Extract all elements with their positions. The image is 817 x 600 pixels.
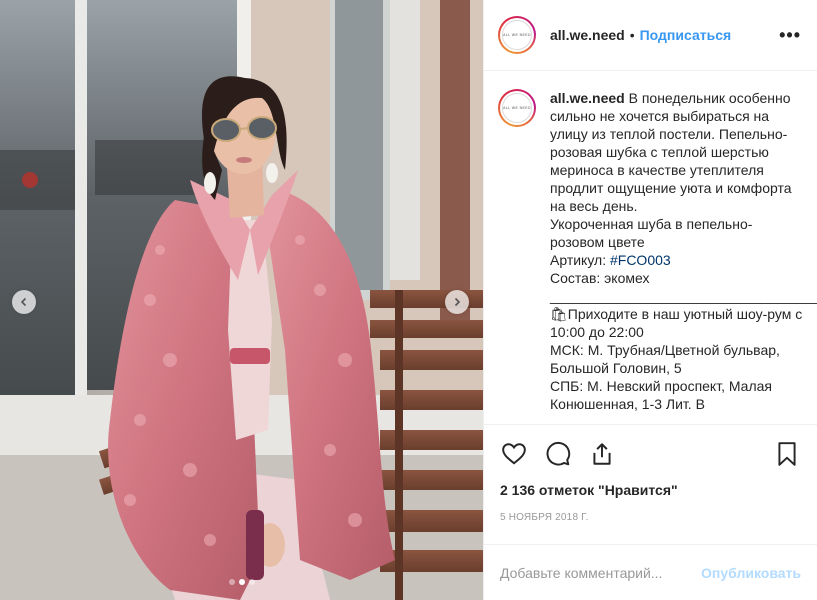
carousel-dot: [228, 579, 235, 585]
brand-logo: ALL WE NEED: [502, 20, 532, 50]
comment-icon: [546, 441, 571, 466]
follow-button[interactable]: Подписаться: [640, 27, 732, 43]
post-date[interactable]: 5 НОЯБРЯ 2018 Г.: [484, 504, 817, 544]
likes-count[interactable]: 2 136 отметок "Нравится": [484, 482, 817, 504]
caption-text: all.we.need В понедельник особенно сильн…: [550, 89, 817, 424]
post-header: ALL WE NEED all.we.need • Подписаться ••…: [484, 0, 817, 71]
more-options-icon[interactable]: •••: [779, 26, 801, 44]
username-link[interactable]: all.we.need: [550, 27, 625, 43]
heart-icon: [502, 442, 526, 464]
carousel-prev-button[interactable]: [12, 290, 36, 314]
like-button[interactable]: [500, 440, 528, 468]
carousel-indicator: [0, 579, 483, 585]
separator-dot: •: [629, 27, 635, 43]
post-sidebar: ALL WE NEED all.we.need • Подписаться ••…: [483, 0, 817, 600]
carousel-dot: [238, 579, 245, 585]
caption-rule: _______________________________________: [550, 288, 817, 304]
comment-input[interactable]: [500, 564, 702, 581]
caption-section: ALL WE NEED all.we.need В понедельник ос…: [484, 71, 817, 424]
chevron-left-icon: [20, 297, 27, 307]
save-button[interactable]: [773, 440, 801, 468]
caption-showroom: 🛍Приходите в наш уютный шоу-рум с 10:00 …: [550, 306, 803, 412]
caption-avatar[interactable]: ALL WE NEED: [498, 89, 536, 127]
caption-body: В понедельник особенно сильно не хочется…: [550, 90, 792, 268]
post-photo[interactable]: [0, 0, 483, 600]
hashtag-link[interactable]: #FCO003: [610, 252, 671, 268]
avatar[interactable]: ALL WE NEED: [498, 16, 536, 54]
instagram-post: ALL WE NEED all.we.need • Подписаться ••…: [0, 0, 817, 600]
share-icon: [593, 442, 611, 465]
add-comment-bar: Опубликовать: [484, 544, 817, 600]
chevron-right-icon: [454, 297, 461, 307]
bookmark-icon: [778, 441, 796, 466]
carousel-next-button[interactable]: [445, 290, 469, 314]
brand-logo: ALL WE NEED: [502, 93, 532, 123]
fashion-photo: [0, 0, 483, 600]
caption-username[interactable]: all.we.need: [550, 90, 625, 106]
carousel-dot: [248, 579, 255, 585]
publish-button[interactable]: Опубликовать: [701, 565, 801, 581]
comment-button[interactable]: [544, 440, 572, 468]
caption-composition: Состав: экомех: [550, 270, 650, 286]
action-bar: [484, 424, 817, 482]
share-button[interactable]: [588, 440, 616, 468]
